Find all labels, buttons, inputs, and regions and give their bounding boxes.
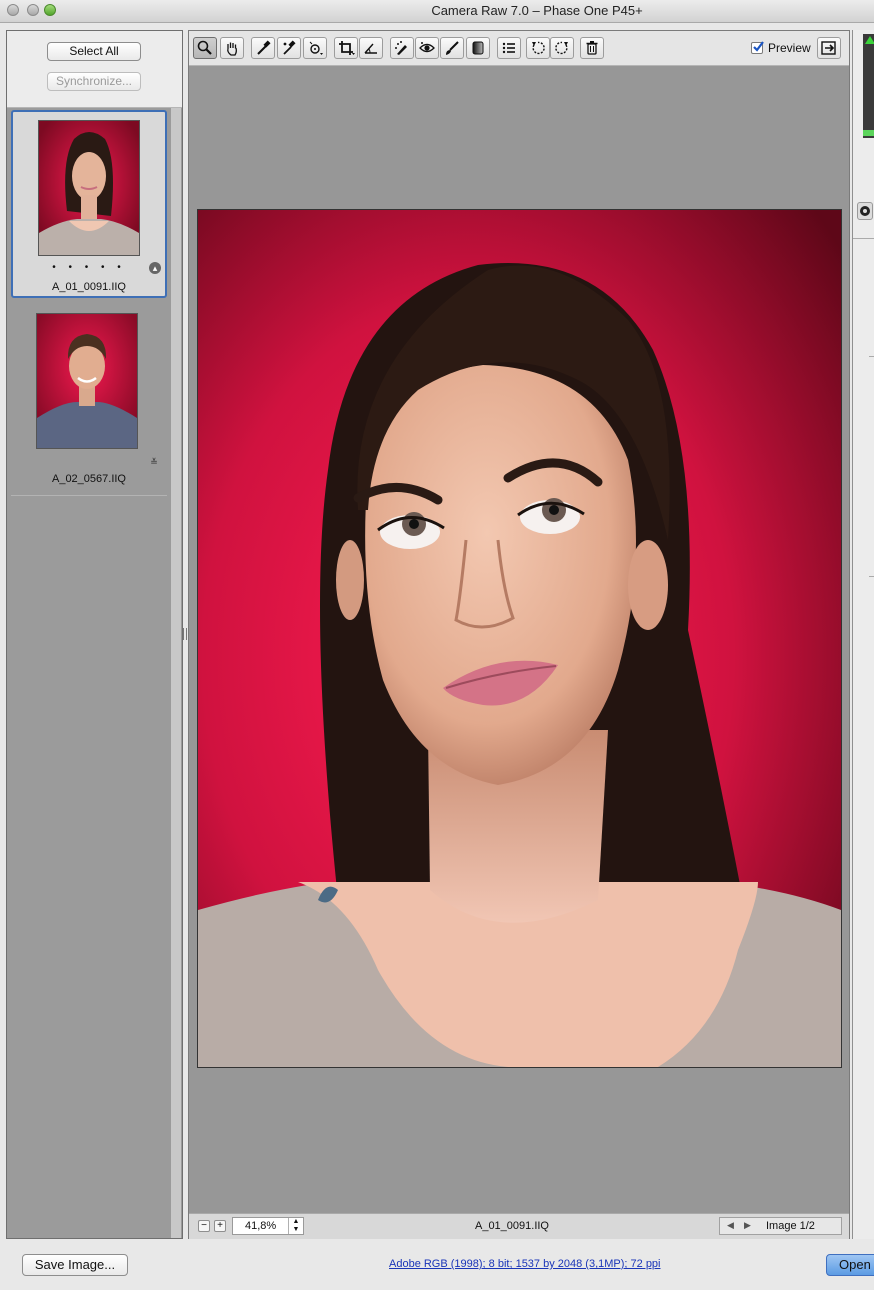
preview-area: Preview − + 41,8% ▲ ▼ A_01_0091.IIQ ◀ ▶ … (188, 30, 850, 1239)
zoom-tool-button[interactable] (193, 37, 217, 59)
main-preview-image[interactable] (197, 209, 842, 1068)
fullscreen-button[interactable] (817, 37, 841, 59)
graduated-filter-tool-button[interactable] (466, 37, 490, 59)
image-count: Image 1/2 (766, 1220, 815, 1232)
list-icon (502, 42, 515, 54)
save-image-button[interactable]: Save Image... (22, 1254, 128, 1276)
next-image-icon[interactable]: ▶ (744, 1220, 751, 1231)
targeted-adjustment-icon (309, 41, 323, 55)
color-sampler-icon (283, 40, 296, 55)
filmstrip-list: • • • • • ▴ A_01_0091.IIQ ≚ A_02_0567.II… (9, 108, 169, 1238)
red-eye-icon (419, 42, 435, 53)
magnifier-icon (197, 40, 212, 55)
preview-label: Preview (768, 41, 811, 55)
crop-icon (339, 41, 355, 55)
clipping-warning-icon[interactable] (865, 36, 874, 44)
synchronize-button[interactable]: Synchronize... (47, 72, 141, 91)
crop-tool-button[interactable] (334, 37, 358, 59)
fullscreen-icon (821, 41, 836, 55)
checkmark-icon (753, 41, 764, 52)
filmstrip-panel: Select All Synchronize... • • • • • ▴ A_… (6, 30, 183, 1239)
straighten-tool-button[interactable] (359, 37, 383, 59)
toolbar: Preview (189, 31, 849, 66)
spot-removal-icon (395, 41, 407, 55)
filmstrip-item-2[interactable]: ≚ A_02_0567.IIQ (11, 308, 167, 496)
filmstrip-scrollbar[interactable] (171, 108, 181, 1238)
brush-icon (446, 41, 459, 55)
histogram (863, 34, 874, 138)
thumbnail-image (38, 120, 140, 256)
rotate-left-button[interactable] (526, 37, 550, 59)
stack-icon: ≚ (150, 457, 158, 467)
rotate-right-button[interactable] (550, 37, 574, 59)
adjustments-panel (852, 30, 874, 1239)
color-sampler-tool-button[interactable] (277, 37, 301, 59)
previous-image-icon[interactable]: ◀ (727, 1220, 734, 1231)
rotate-right-icon (555, 41, 568, 55)
hand-icon (227, 42, 237, 56)
thumbnail-filename: A_01_0091.IIQ (51, 281, 126, 293)
adjustment-brush-tool-button[interactable] (440, 37, 464, 59)
open-image-button[interactable]: Open (826, 1254, 874, 1276)
aperture-icon (860, 206, 870, 216)
workflow-options-link[interactable]: Adobe RGB (1998); 8 bit; 1537 by 2048 (3… (389, 1258, 661, 1270)
thumbnail-image (36, 313, 138, 449)
targeted-adjustment-tool-button[interactable] (303, 37, 327, 59)
open-image-label: Open (839, 1257, 871, 1272)
window-title: Camera Raw 7.0 – Phase One P45+ (431, 3, 643, 18)
straighten-icon (364, 43, 377, 54)
hand-tool-button[interactable] (220, 37, 244, 59)
title-bar: Camera Raw 7.0 – Phase One P45+ (0, 0, 874, 23)
red-eye-removal-tool-button[interactable] (415, 37, 439, 59)
eyedropper-icon (257, 40, 271, 55)
panel-splitter[interactable] (183, 628, 187, 640)
status-bar: − + 41,8% ▲ ▼ A_01_0091.IIQ ◀ ▶ Image 1/2 (189, 1213, 849, 1239)
spot-removal-tool-button[interactable] (390, 37, 414, 59)
delete-button[interactable] (580, 37, 604, 59)
white-balance-tool-button[interactable] (251, 37, 275, 59)
rotate-left-icon (532, 41, 545, 55)
graduated-filter-icon (472, 41, 484, 55)
select-all-button[interactable]: Select All (47, 42, 141, 61)
preview-checkbox[interactable] (751, 41, 764, 54)
rating-stars[interactable]: • • • • • (13, 262, 165, 273)
preferences-button[interactable] (497, 37, 521, 59)
basic-panel-tab[interactable] (857, 202, 873, 220)
thumbnail-filename: A_02_0567.IIQ (51, 473, 126, 485)
filmstrip-item-1[interactable]: • • • • • ▴ A_01_0091.IIQ (11, 110, 167, 298)
image-navigator: ◀ ▶ Image 1/2 (719, 1217, 842, 1235)
trash-icon (586, 41, 598, 55)
stack-icon: ▴ (149, 262, 161, 274)
